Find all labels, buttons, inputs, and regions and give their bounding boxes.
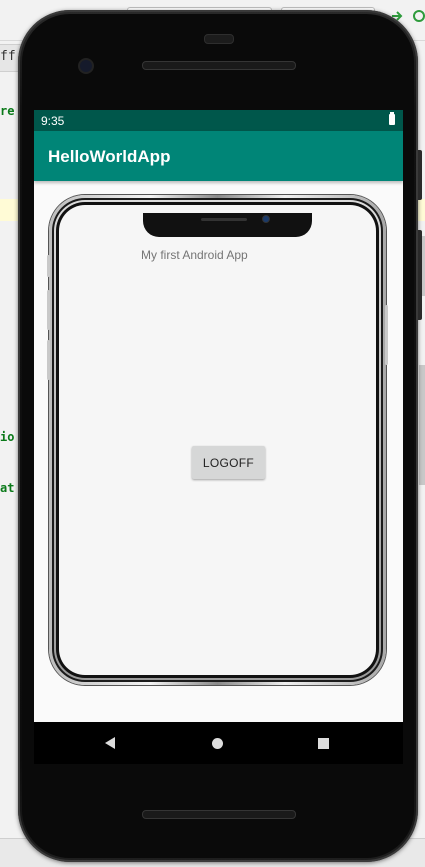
refresh-icon[interactable] bbox=[412, 9, 425, 23]
earpiece bbox=[204, 34, 234, 44]
home-icon[interactable] bbox=[212, 738, 223, 749]
logoff-button[interactable]: LOGOFF bbox=[192, 446, 265, 479]
status-time: 9:35 bbox=[41, 114, 65, 128]
battery-icon bbox=[389, 112, 395, 125]
frame-side-button bbox=[385, 305, 388, 365]
ide-code-fragment: at bbox=[0, 481, 15, 495]
recent-apps-icon[interactable] bbox=[318, 738, 329, 749]
content-text: My first Android App bbox=[141, 248, 248, 262]
notch-speaker bbox=[201, 218, 247, 221]
ide-code-fragment: io bbox=[0, 430, 15, 444]
ide-scroll-marker[interactable] bbox=[419, 365, 425, 485]
frame-side-button bbox=[47, 290, 50, 330]
status-bar: 9:35 bbox=[34, 110, 403, 131]
frame-side-button bbox=[47, 255, 50, 277]
navigation-bar bbox=[34, 722, 403, 764]
top-speaker-grille bbox=[142, 61, 296, 70]
power-button[interactable] bbox=[418, 230, 422, 320]
notch-camera-icon bbox=[263, 216, 269, 222]
device-screen: 9:35 HelloWorldApp My first Android App … bbox=[34, 110, 403, 722]
phone-frame-drawable: My first Android App LOGOFF bbox=[47, 195, 388, 685]
frame-side-button bbox=[47, 340, 50, 380]
back-icon[interactable] bbox=[105, 737, 115, 749]
bottom-speaker-grille bbox=[142, 810, 296, 819]
volume-button[interactable] bbox=[418, 150, 422, 200]
front-camera-icon bbox=[80, 60, 92, 72]
emulator-device-frame: 9:35 HelloWorldApp My first Android App … bbox=[18, 10, 422, 862]
app-title: HelloWorldApp bbox=[48, 147, 171, 166]
frame-screen: My first Android App LOGOFF bbox=[59, 205, 376, 675]
app-bar: HelloWorldApp bbox=[34, 131, 403, 181]
notch bbox=[143, 213, 312, 237]
ide-code-fragment: re bbox=[0, 104, 15, 118]
